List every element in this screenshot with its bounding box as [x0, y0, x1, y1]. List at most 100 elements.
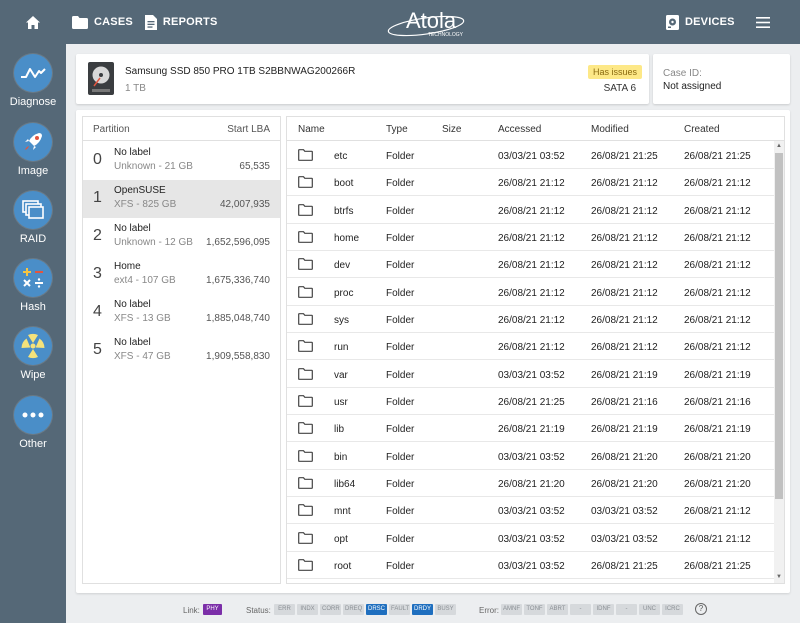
- sidebar-item-wipe[interactable]: Wipe: [0, 327, 66, 381]
- folder-icon: [298, 176, 313, 189]
- file-modified: 26/08/21 21:25: [591, 560, 658, 572]
- file-row[interactable]: lib Folder 26/08/21 21:19 26/08/21 21:19 26/…: [287, 415, 775, 443]
- file-accessed: 26/08/21 21:12: [498, 287, 565, 299]
- file-row[interactable]: etc Folder 03/03/21 03:52 26/08/21 21:25 26/…: [287, 142, 775, 169]
- file-created: 26/08/21 21:12: [684, 205, 751, 217]
- modified-column-header[interactable]: Modified: [591, 124, 629, 135]
- device-name: Samsung SSD 850 PRO 1TB S2BBNWAG200266R: [125, 66, 356, 77]
- file-name: sys: [334, 314, 349, 326]
- file-created: 26/08/21 21:12: [684, 506, 751, 518]
- status-indicator: FAULT: [389, 604, 410, 615]
- sidebar-item-image[interactable]: Image: [0, 123, 66, 177]
- file-accessed: 26/08/21 21:20: [498, 478, 565, 490]
- file-accessed: 26/08/21 21:12: [498, 260, 565, 272]
- file-row[interactable]: bin Folder 03/03/21 03:52 26/08/21 21:20 26/…: [287, 443, 775, 470]
- file-name: bin: [334, 451, 348, 463]
- partition-row[interactable]: 5 No label XFS - 47 GB 1,909,558,830: [83, 332, 280, 370]
- partition-row[interactable]: 2 No label Unknown - 12 GB 1,652,596,095: [83, 218, 280, 256]
- file-row[interactable]: usr Folder 26/08/21 21:25 26/08/21 21:16 26/…: [287, 388, 775, 415]
- partition-filesystem: XFS - 825 GB: [114, 199, 177, 210]
- sidebar-item-raid[interactable]: RAID: [0, 191, 66, 245]
- folder-icon: [298, 285, 313, 298]
- file-created: 26/08/21 21:19: [684, 369, 751, 381]
- help-icon[interactable]: ?: [695, 603, 707, 615]
- partition-start-lba: 1,675,336,740: [206, 275, 270, 286]
- file-row[interactable]: opt Folder 03/03/21 03:52 03/03/21 03:52 26/…: [287, 525, 775, 552]
- file-modified: 26/08/21 21:19: [591, 424, 658, 436]
- issues-badge[interactable]: Has issues: [587, 65, 642, 79]
- scrollbar-thumb[interactable]: [775, 153, 783, 499]
- error-indicator: TONF: [524, 604, 545, 615]
- file-row[interactable]: mnt Folder 03/03/21 03:52 03/03/21 03:52 26/…: [287, 497, 775, 525]
- folder-icon: [298, 313, 313, 325]
- partition-number: 5: [93, 341, 102, 358]
- case-card[interactable]: Case ID: Not assigned: [653, 54, 790, 104]
- accessed-column-header[interactable]: Accessed: [498, 124, 541, 135]
- sidebar-item-hash[interactable]: Hash: [0, 259, 66, 313]
- folder-icon: [298, 203, 313, 216]
- file-created: 26/08/21 21:25: [684, 151, 751, 162]
- file-created: 26/08/21 21:12: [684, 342, 751, 354]
- sidebar-item-diagnose[interactable]: Diagnose: [0, 54, 66, 108]
- file-row[interactable]: lib64 Folder 26/08/21 21:20 26/08/21 21:20 2…: [287, 470, 775, 497]
- file-row[interactable]: run Folder 26/08/21 21:12 26/08/21 21:12 26/…: [287, 333, 775, 361]
- sidebar-item-label: Wipe: [20, 369, 46, 381]
- partition-row[interactable]: 0 No label Unknown - 21 GB 65,535: [83, 142, 280, 180]
- sidebar-item-label: Image: [17, 165, 49, 177]
- file-modified: 26/08/21 21:12: [591, 342, 658, 354]
- file-row[interactable]: boot Folder 26/08/21 21:12 26/08/21 21:12 26…: [287, 169, 775, 197]
- file-accessed: 03/03/21 03:52: [498, 560, 565, 572]
- file-accessed: 26/08/21 21:25: [498, 396, 565, 408]
- partition-label: OpenSUSE: [114, 185, 166, 196]
- error-indicator: -: [616, 604, 637, 615]
- partition-filesystem: ext4 - 107 GB: [114, 275, 176, 286]
- file-type: Folder: [386, 151, 415, 162]
- sidebar-item-other[interactable]: Other: [0, 396, 66, 450]
- folder-icon: [298, 395, 313, 407]
- file-modified: 26/08/21 21:20: [591, 478, 658, 490]
- file-name: opt: [334, 533, 348, 545]
- file-created: 26/08/21 21:20: [684, 478, 751, 490]
- type-column-header[interactable]: Type: [386, 124, 408, 135]
- scroll-up-arrow-icon[interactable]: ▲: [775, 142, 783, 150]
- error-label: Error:: [479, 606, 499, 615]
- home-button[interactable]: [0, 0, 66, 44]
- created-column-header[interactable]: Created: [684, 124, 720, 135]
- file-row[interactable]: sys Folder 26/08/21 21:12 26/08/21 21:12 26/…: [287, 306, 775, 333]
- partition-row[interactable]: 4 No label XFS - 13 GB 1,885,048,740: [83, 294, 280, 332]
- file-modified: 26/08/21 21:25: [591, 151, 658, 162]
- folder-icon: [72, 15, 88, 29]
- device-icon: [666, 14, 679, 30]
- partition-start-lba: 1,885,048,740: [206, 313, 270, 324]
- folder-icon: [298, 504, 313, 517]
- name-column-header[interactable]: Name: [298, 124, 325, 135]
- device-card[interactable]: Samsung SSD 850 PRO 1TB S2BBNWAG200266R …: [76, 54, 649, 104]
- file-row[interactable]: var Folder 03/03/21 03:52 26/08/21 21:19 26/…: [287, 361, 775, 388]
- file-row[interactable]: btrfs Folder 26/08/21 21:12 26/08/21 21:12 2…: [287, 197, 775, 224]
- home-icon: [26, 15, 40, 29]
- file-type: Folder: [386, 424, 415, 436]
- cases-button[interactable]: CASES: [66, 0, 139, 44]
- file-modified: 03/03/21 03:52: [591, 533, 658, 545]
- device-size: 1 TB: [125, 83, 146, 94]
- file-row[interactable]: proc Folder 26/08/21 21:12 26/08/21 21:12 26…: [287, 279, 775, 306]
- scroll-down-arrow-icon[interactable]: ▼: [775, 573, 783, 581]
- file-created: 26/08/21 21:20: [684, 451, 751, 463]
- file-row[interactable]: dev Folder 26/08/21 21:12 26/08/21 21:12 26/…: [287, 251, 775, 279]
- file-type: Folder: [386, 287, 415, 299]
- partition-row[interactable]: 1 OpenSUSE XFS - 825 GB 42,007,935: [83, 180, 280, 218]
- file-row[interactable]: home Folder 26/08/21 21:12 26/08/21 21:12 26…: [287, 224, 775, 251]
- file-row[interactable]: root Folder 03/03/21 03:52 26/08/21 21:25 26…: [287, 552, 775, 579]
- menu-button[interactable]: [750, 0, 776, 44]
- error-indicator: ABRT: [547, 604, 568, 615]
- devices-button[interactable]: DEVICES: [660, 0, 741, 44]
- partition-start-lba: 1,909,558,830: [206, 351, 270, 362]
- reports-button[interactable]: REPORTS: [139, 0, 224, 44]
- file-created: 26/08/21 21:12: [684, 260, 751, 272]
- file-name: home: [334, 232, 360, 244]
- file-name: root: [334, 560, 352, 572]
- file-name: boot: [334, 178, 354, 190]
- file-created: 26/08/21 21:12: [684, 178, 751, 190]
- partition-row[interactable]: 3 Home ext4 - 107 GB 1,675,336,740: [83, 256, 280, 294]
- size-column-header[interactable]: Size: [442, 124, 461, 135]
